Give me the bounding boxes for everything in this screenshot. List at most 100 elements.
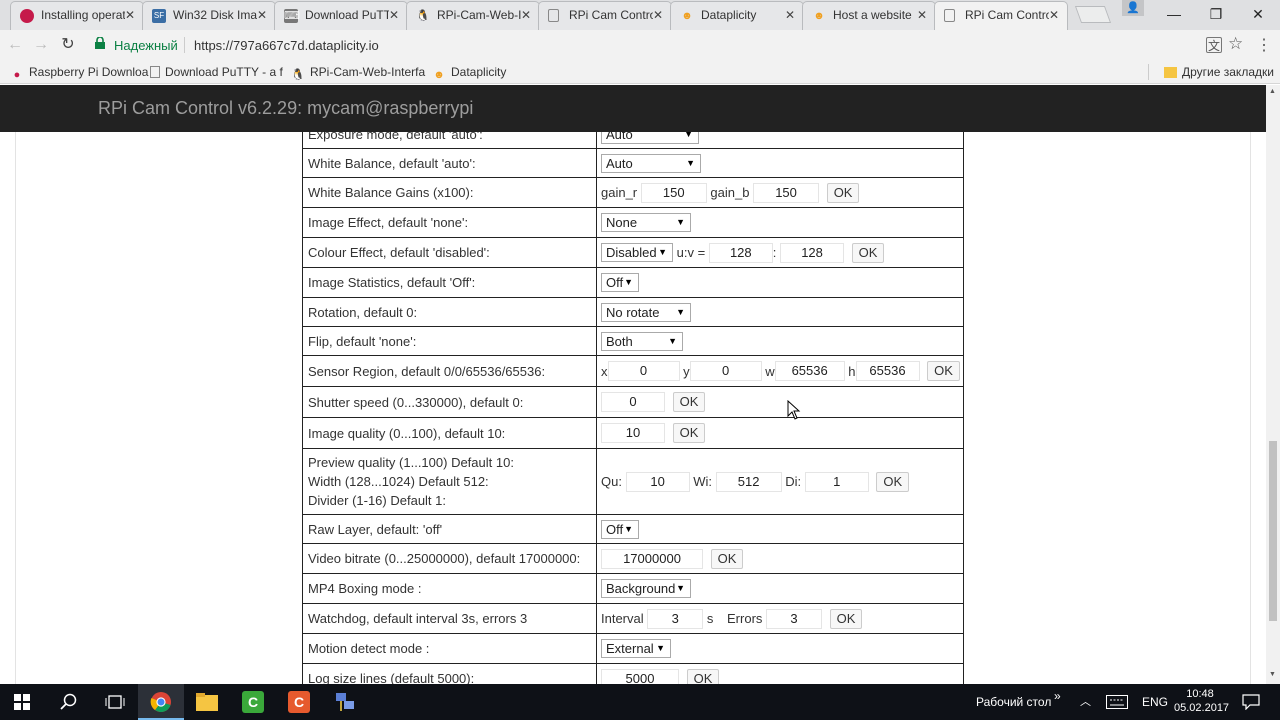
log-size-input[interactable]: 5000 — [601, 668, 679, 684]
scrollbar-thumb[interactable] — [1269, 441, 1277, 621]
colour-effect-select[interactable]: Disabled ▼ — [601, 243, 673, 262]
restore-button[interactable]: ❐ — [1196, 3, 1236, 25]
raspberry-icon — [20, 9, 34, 23]
log-size-ok-button[interactable]: OK — [686, 668, 720, 684]
close-icon[interactable]: ✕ — [519, 8, 533, 22]
motion-detect-select[interactable]: External ▼ — [601, 639, 671, 658]
taskbar-chrome[interactable] — [138, 684, 184, 720]
tab-win32-disk-imager[interactable]: SF Win32 Disk Imager ✕ — [142, 1, 276, 30]
video-bitrate-input[interactable]: 17000000 — [601, 548, 703, 569]
row-label: Image Statistics, default 'Off': — [302, 267, 597, 298]
taskbar-camtasia-recorder[interactable]: C — [230, 684, 276, 720]
gain-r-input[interactable]: 150 — [640, 182, 707, 203]
raw-layer-select[interactable]: Off ▼ — [601, 519, 639, 539]
bookmark-download-putty[interactable]: Download PuTTY - a f — [150, 63, 283, 81]
sensor-w-input[interactable]: 65536 — [774, 361, 845, 381]
minimize-button[interactable]: — — [1154, 3, 1194, 25]
row-controls: gain_r 150 gain_b 150 OK — [596, 177, 964, 208]
image-effect-select[interactable]: None ▼ — [601, 213, 691, 232]
network-computers-icon — [336, 693, 354, 711]
tab-rpi-cam-web-interface[interactable]: 🐧 RPi-Cam-Web-Interface ✕ — [406, 1, 540, 30]
notifications-icon[interactable] — [1242, 694, 1260, 710]
address-bar[interactable]: Надежный https://797a667c7d.dataplicity.… — [88, 33, 1248, 57]
gain-b-input[interactable]: 150 — [753, 182, 820, 203]
tab-download-putty[interactable]: ⌨ Download PuTTY ✕ — [274, 1, 408, 30]
close-icon[interactable]: ✕ — [1047, 8, 1061, 22]
close-icon[interactable]: ✕ — [123, 8, 137, 22]
url-text[interactable]: https://797a667c7d.dataplicity.io — [194, 38, 379, 53]
close-icon[interactable]: ✕ — [651, 8, 665, 22]
shutter-ok-button[interactable]: OK — [672, 392, 706, 412]
bookmark-raspberry-pi[interactable]: ● Raspberry Pi Downloa — [10, 63, 149, 81]
translate-icon[interactable]: 文 — [1206, 37, 1222, 53]
language-indicator[interactable]: ENG — [1142, 684, 1168, 720]
page-title[interactable]: RPi Cam Control v6.2.29: mycam@raspberry… — [98, 98, 473, 119]
scroll-down-arrow-icon[interactable]: ▼ — [1269, 671, 1276, 678]
image-quality-ok-button[interactable]: OK — [672, 423, 706, 443]
video-bitrate-ok-button[interactable]: OK — [710, 548, 744, 569]
u-input[interactable]: 128 — [708, 242, 773, 263]
taskbar-file-explorer[interactable] — [184, 684, 230, 720]
desktop-toolbar-label[interactable]: Рабочий стол — [976, 684, 1051, 720]
close-icon[interactable]: ✕ — [783, 8, 797, 22]
white-balance-select[interactable]: Auto ▼ — [601, 153, 701, 173]
bookmark-label: Raspberry Pi Downloa — [29, 65, 149, 79]
page-scrollbar[interactable]: ▲ ▼ — [1266, 85, 1280, 684]
profile-icon[interactable]: 👤 — [1122, 0, 1144, 16]
mp4-boxing-select[interactable]: Background ▼ — [601, 579, 691, 598]
sensor-h-input[interactable]: 65536 — [855, 361, 920, 381]
close-icon[interactable]: ✕ — [387, 8, 401, 22]
show-hidden-icons-chevron-icon[interactable]: ︿ — [1080, 684, 1091, 720]
forward-icon[interactable]: → — [31, 35, 51, 55]
keyboard-icon[interactable] — [1106, 695, 1128, 709]
di-label: Di: — [785, 474, 802, 489]
tab-rpi-cam-control[interactable]: RPi Cam Control ✕ — [538, 1, 672, 30]
bookmark-star-icon[interactable]: ☆ — [1228, 34, 1243, 54]
colour-effect-ok-button[interactable]: OK — [851, 242, 885, 263]
close-icon[interactable]: ✕ — [915, 8, 929, 22]
taskbar-camtasia-studio[interactable]: C — [276, 684, 322, 720]
preview-quality-input[interactable]: 10 — [625, 471, 690, 492]
task-view-button[interactable] — [92, 684, 138, 720]
bookmark-dataplicity[interactable]: ☻ Dataplicity — [432, 63, 506, 81]
row-label: Watchdog, default interval 3s, errors 3 — [302, 603, 597, 634]
scroll-up-arrow-icon[interactable]: ▲ — [1269, 88, 1276, 95]
taskbar-network-app[interactable] — [322, 684, 368, 720]
tab-dataplicity[interactable]: ☻ Dataplicity ✕ — [670, 1, 804, 30]
reload-icon[interactable]: ↻ — [58, 35, 78, 55]
sensor-y-input[interactable]: 0 — [689, 361, 762, 381]
wb-gains-ok-button[interactable]: OK — [826, 182, 860, 203]
url-divider — [184, 37, 185, 53]
image-quality-input[interactable]: 10 — [601, 423, 665, 443]
watchdog-errors-input[interactable]: 3 — [766, 608, 823, 629]
close-icon[interactable]: ✕ — [255, 8, 269, 22]
start-button[interactable] — [0, 684, 46, 720]
clock[interactable]: 10:48 05.02.2017 — [1174, 687, 1229, 715]
sensor-region-ok-button[interactable]: OK — [927, 361, 960, 381]
other-bookmarks[interactable]: Другие закладки — [1164, 63, 1274, 81]
v-input[interactable]: 128 — [780, 242, 845, 263]
tab-rpi-cam-control-active[interactable]: RPi Cam Control ✕ — [934, 1, 1068, 30]
watchdog-ok-button[interactable]: OK — [829, 608, 863, 629]
image-statistics-select[interactable]: Off ▼ — [601, 273, 639, 292]
sensor-x-input[interactable]: 0 — [607, 361, 680, 381]
dropdown-arrow-icon: ▼ — [676, 306, 685, 317]
browser-menu-icon[interactable]: ⋮ — [1256, 38, 1272, 54]
watchdog-interval-input[interactable]: 3 — [647, 608, 704, 629]
bookmark-rpi-cam-web-interface[interactable]: 🐧 RPi-Cam-Web-Interfa — [291, 63, 425, 81]
tab-title: Installing operating — [41, 8, 125, 22]
close-window-button[interactable]: ✕ — [1238, 3, 1278, 25]
back-icon[interactable]: ← — [5, 35, 25, 55]
tab-host-a-website[interactable]: ☻ Host a website ✕ — [802, 1, 936, 30]
preview-divider-input[interactable]: 1 — [804, 471, 869, 492]
rotation-select[interactable]: No rotate ▼ — [601, 302, 691, 322]
tab-installing-os[interactable]: Installing operating ✕ — [10, 1, 144, 30]
preview-ok-button[interactable]: OK — [876, 471, 910, 492]
sourceforge-icon: SF — [152, 9, 166, 23]
shutter-speed-input[interactable]: 0 — [601, 392, 665, 412]
flip-select[interactable]: Both ▼ — [601, 331, 683, 351]
new-tab-button[interactable] — [1074, 6, 1112, 23]
toolbar-chevron[interactable]: » — [1054, 678, 1061, 714]
preview-width-input[interactable]: 512 — [715, 471, 782, 492]
search-button[interactable] — [46, 684, 92, 720]
